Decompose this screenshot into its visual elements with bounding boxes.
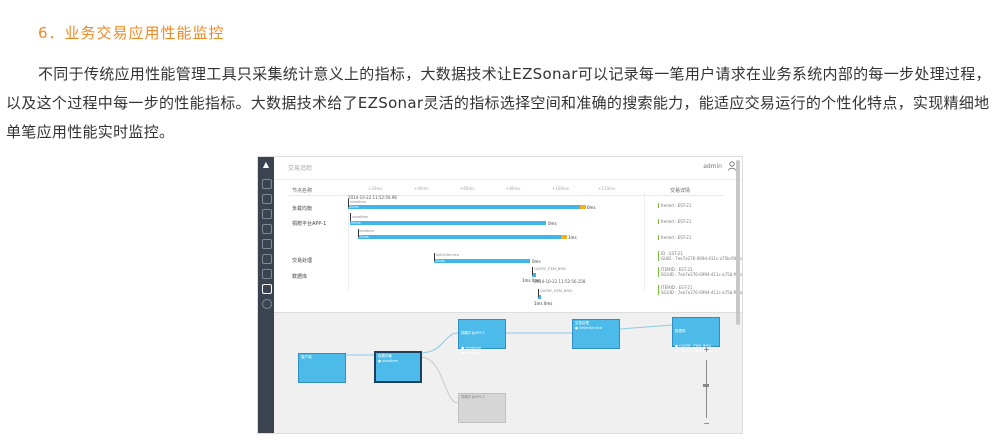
- product-screenshot: ▲ 交易追踪 admin 节点名称 交易详情 +20ms +40ms +60ms…: [257, 156, 743, 434]
- section-paragraph: 不同于传统应用性能管理工具只采集统计意义上的指标，大数据技术让EZSonar可以…: [6, 65, 991, 141]
- trace-bar[interactable]: 20ms: [434, 259, 530, 263]
- detail-entry: ItemId : EST-21: [658, 219, 691, 224]
- bar-label: viewItem: [352, 215, 369, 219]
- topology-map: 客户端 负载均衡 ● viewItem 捐赠平台APP-1 ● viewItem…: [274, 312, 742, 433]
- page-title: 交易追踪: [288, 165, 313, 172]
- detail-entry: ITEMID : EST-21 SGUID : 7ee7e276-6994-41…: [658, 267, 742, 277]
- flow-node-app-2[interactable]: 捐赠平台APP-2: [458, 393, 506, 423]
- trace-bar[interactable]: 20ms: [348, 205, 582, 209]
- node-body: ● SellerService: [575, 326, 603, 330]
- row-label: 交易处理: [292, 258, 313, 264]
- tick: +20ms: [368, 186, 383, 191]
- list-icon[interactable]: [262, 224, 272, 234]
- bar-duration: 20ms: [435, 259, 445, 263]
- trace-bar-end: [580, 205, 586, 209]
- zoom-control: + −: [702, 346, 712, 430]
- header-detail: 交易详情: [670, 188, 691, 194]
- time-end: 2014-10-22 11:52:56.158: [534, 279, 586, 284]
- marker: [358, 229, 359, 237]
- node-title: 捐赠平台APP-1: [461, 331, 486, 335]
- user-name[interactable]: admin: [703, 163, 722, 170]
- node-body: ● viewItem ● viewItem: [461, 346, 482, 355]
- tick: +100ms: [552, 186, 569, 191]
- bar-duration: 20ms: [349, 205, 359, 209]
- bar-duration: 20ms: [359, 235, 369, 239]
- detail-entry: ID : EST-21 GUID : 7ee7e276-069d-411c-a7…: [658, 251, 742, 261]
- cloud-icon[interactable]: [262, 209, 272, 219]
- bar-cap: 1ms 0ms: [534, 301, 553, 306]
- clock-icon[interactable]: [262, 299, 272, 309]
- home-icon[interactable]: [262, 194, 272, 204]
- trace-panel: 节点名称 交易详情 +20ms +40ms +60ms +80ms +100ms…: [288, 185, 742, 315]
- marker: [538, 289, 539, 297]
- marker: [350, 213, 351, 221]
- top-bar: 交易追踪 admin: [274, 157, 742, 180]
- detail-entry: ITEMID : EST-21 SGUID : 7ee7e276-6994-41…: [658, 285, 742, 295]
- node-title: 数据库: [675, 329, 686, 333]
- trace-bar-end: [561, 235, 567, 239]
- user-avatar-icon[interactable]: [728, 161, 736, 171]
- node-title: 客户端: [301, 355, 312, 359]
- header-node-name: 节点名称: [292, 188, 313, 194]
- node-title: 捐赠平台APP-2: [461, 395, 486, 399]
- sidebar: ▲: [258, 157, 274, 433]
- marker: [434, 253, 435, 261]
- trace-bar[interactable]: 20ms: [358, 235, 562, 239]
- zoom-in-button[interactable]: +: [702, 346, 711, 355]
- bar-label: QUERY_ITEM_BYID: [534, 267, 566, 271]
- node-body: ● viewItem: [378, 359, 399, 363]
- bar-label: QUERY_ITEM_BYID: [540, 289, 572, 293]
- grid-line: [644, 192, 645, 292]
- monitor-icon[interactable]: [262, 239, 272, 249]
- detail-entry: ItemId : EST-21: [658, 235, 691, 240]
- settings-icon[interactable]: [262, 179, 272, 189]
- bar-label: viewItem: [350, 200, 367, 204]
- marker: [532, 267, 533, 275]
- bar-label: SellerService: [436, 253, 459, 257]
- user-icon[interactable]: [262, 254, 272, 264]
- detail-entry: ItemId : EST-21: [658, 203, 691, 208]
- alert-icon[interactable]: [262, 269, 272, 279]
- bar-cap: 0ms: [587, 205, 596, 210]
- zoom-out-button[interactable]: −: [702, 420, 711, 429]
- flow-node-client[interactable]: 客户端: [298, 353, 346, 383]
- logo-icon: ▲: [262, 160, 270, 169]
- bar-cap: 0ms: [548, 221, 557, 226]
- trace-bar[interactable]: 20ms: [350, 221, 546, 225]
- tick: +40ms: [414, 186, 429, 191]
- flow-node-app-1[interactable]: 捐赠平台APP-1 ● viewItem ● viewItem: [458, 319, 506, 355]
- bar-label: viewItem: [358, 229, 375, 233]
- bar-cap: 1ms 0ms: [522, 278, 541, 283]
- flow-node-database[interactable]: 数据库 ● QUERY_ITEM_BYID ● QUERY_ITEM_BYID: [672, 317, 720, 353]
- zoom-knob[interactable]: [703, 384, 709, 387]
- trace-icon[interactable]: [262, 284, 272, 294]
- bar-duration: 20ms: [351, 221, 361, 225]
- row-label: 捐赠平台APP-1: [292, 221, 327, 227]
- tick: +120ms: [598, 186, 615, 191]
- section-heading: 6．业务交易应用性能监控: [38, 24, 225, 42]
- row-label: 数据库: [292, 274, 308, 280]
- bar-cap: 1ms: [568, 235, 577, 240]
- marker: [348, 199, 349, 207]
- row-label: 负载均衡: [292, 206, 313, 212]
- zoom-track[interactable]: [706, 360, 707, 418]
- tick: +80ms: [506, 186, 521, 191]
- tick: +60ms: [460, 186, 475, 191]
- flow-node-load-balancer[interactable]: 负载均衡 ● viewItem: [374, 351, 422, 383]
- bar-cap: 0ms: [532, 259, 541, 264]
- scrollbar[interactable]: [736, 160, 740, 325]
- flow-node-transaction[interactable]: 交易处理 ● SellerService: [572, 319, 620, 349]
